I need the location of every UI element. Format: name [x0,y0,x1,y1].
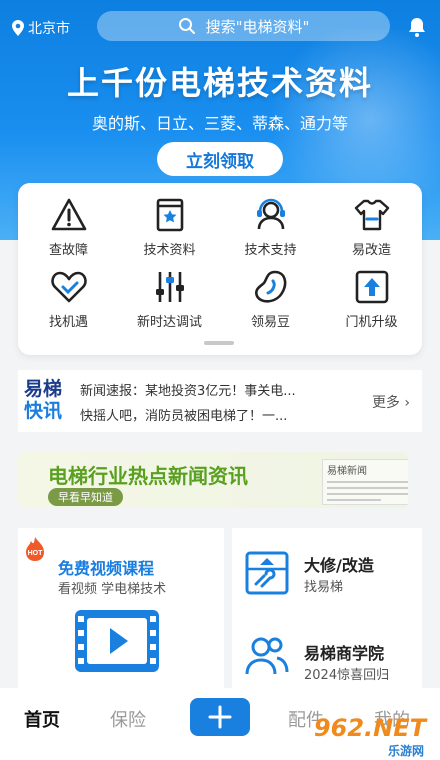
grid-item-tech-support[interactable]: 技术支持 [220,195,321,258]
grid-item-label: 技术支持 [244,243,297,258]
news-logo: 易梯 快讯 [24,378,70,422]
watermark-text: 962.NET [313,714,426,742]
course-title: 免费视频课程 [58,559,155,578]
video-play-icon [75,610,159,672]
bell-icon[interactable] [406,16,428,38]
more-label: 更多 [371,395,400,411]
watermark-logo: 962.NET 乐游网 [304,708,434,758]
elevator-renovation-icon[interactable] [244,550,290,596]
upload-box-icon [355,270,388,304]
promo-right-card: 大修/改造 找易梯 易梯商学院 2024惊喜回归 [232,528,422,688]
feature-grid: 查故障 技术资料 技术支持 易改造 找机遇 新时达调试 领易豆 门机升级 [18,183,422,355]
location-label: 北京市 [28,21,70,37]
academy-users-icon[interactable] [244,632,290,678]
grid-item-label: 查故障 [48,243,88,258]
course-subtitle: 看视频 学电梯技术 [58,582,167,597]
news-headline[interactable]: 新闻速报：某地投资3亿元！事关电... [80,380,350,399]
news-logo-bottom: 快讯 [24,400,63,422]
grid-item-tech-docs[interactable]: 技术资料 [119,195,220,258]
hot-badge-label: HOT [28,550,44,557]
sliders-icon [155,272,184,302]
grid-item-beans[interactable]: 领易豆 [220,267,321,330]
heart-handshake-icon [50,271,87,303]
top-bar: 北京市 搜索"电梯资料" [0,10,440,44]
book-icon [156,198,183,232]
hot-badge-icon: HOT [26,537,44,561]
location-pin-icon [12,20,24,36]
renovation-title[interactable]: 大修/改造 [304,552,374,576]
grid-item-opportunity[interactable]: 找机遇 [18,267,119,330]
claim-now-button[interactable]: 立刻领取 [157,142,283,176]
grid-item-label: 领易豆 [250,315,290,330]
newspaper-title: 易梯新闻 [327,466,367,477]
grid-item-label: 易改造 [351,243,391,258]
bean-icon [254,270,286,303]
banner-title: 电梯行业热点新闻资讯 [48,464,248,488]
search-placeholder: 搜索"电梯资料" [205,17,310,36]
banner-pill: 早看早知道 [48,488,123,506]
headset-icon [256,198,285,230]
grid-item-step-debug[interactable]: 新时达调试 [119,267,220,330]
newspaper-image: 易梯新闻 [322,459,408,505]
free-video-course-card[interactable]: HOT 免费视频课程 看视频 学电梯技术 [18,528,224,688]
grid-item-label: 技术资料 [143,243,196,258]
shirt-icon [354,199,389,231]
warning-icon [51,198,86,231]
chevron-right-icon: › [404,395,410,411]
grid-item-renovation[interactable]: 易改造 [321,195,422,258]
plus-icon [208,705,232,729]
search-icon [178,18,195,34]
publish-plus-button[interactable] [190,698,250,736]
news-headline[interactable]: 快摇人吧，消防员被困电梯了！一... [80,405,350,424]
grid-item-door-upgrade[interactable]: 门机升级 [321,267,422,330]
academy-subtitle: 2024惊喜回归 [304,668,390,683]
news-banner[interactable]: 电梯行业热点新闻资讯 早看早知道 易梯新闻 [18,452,408,508]
grid-item-label: 门机升级 [345,315,398,330]
renovation-subtitle: 找易梯 [304,580,344,595]
watermark-sub: 乐游网 [387,744,424,758]
tab-insurance[interactable]: 保险 [110,706,146,732]
page-indicator [204,341,234,345]
news-ticker[interactable]: 易梯 快讯 新闻速报：某地投资3亿元！事关电... 快摇人吧，消防员被困电梯了！… [18,370,422,432]
news-logo-top: 易梯 [24,378,63,400]
grid-item-label: 新时达调试 [136,315,202,330]
more-news-link[interactable]: 更多 › [372,392,410,412]
location-selector[interactable]: 北京市 [12,18,70,38]
hero-title: 上千份电梯技术资料 [66,64,373,102]
search-input[interactable]: 搜索"电梯资料" [97,11,390,41]
tab-home[interactable]: 首页 [24,706,60,732]
hero-subtitle: 奥的斯、日立、三菱、蒂森、通力等 [91,114,348,133]
grid-item-troubleshoot[interactable]: 查故障 [18,195,119,258]
grid-item-label: 找机遇 [48,315,88,330]
academy-title[interactable]: 易梯商学院 [304,640,384,664]
